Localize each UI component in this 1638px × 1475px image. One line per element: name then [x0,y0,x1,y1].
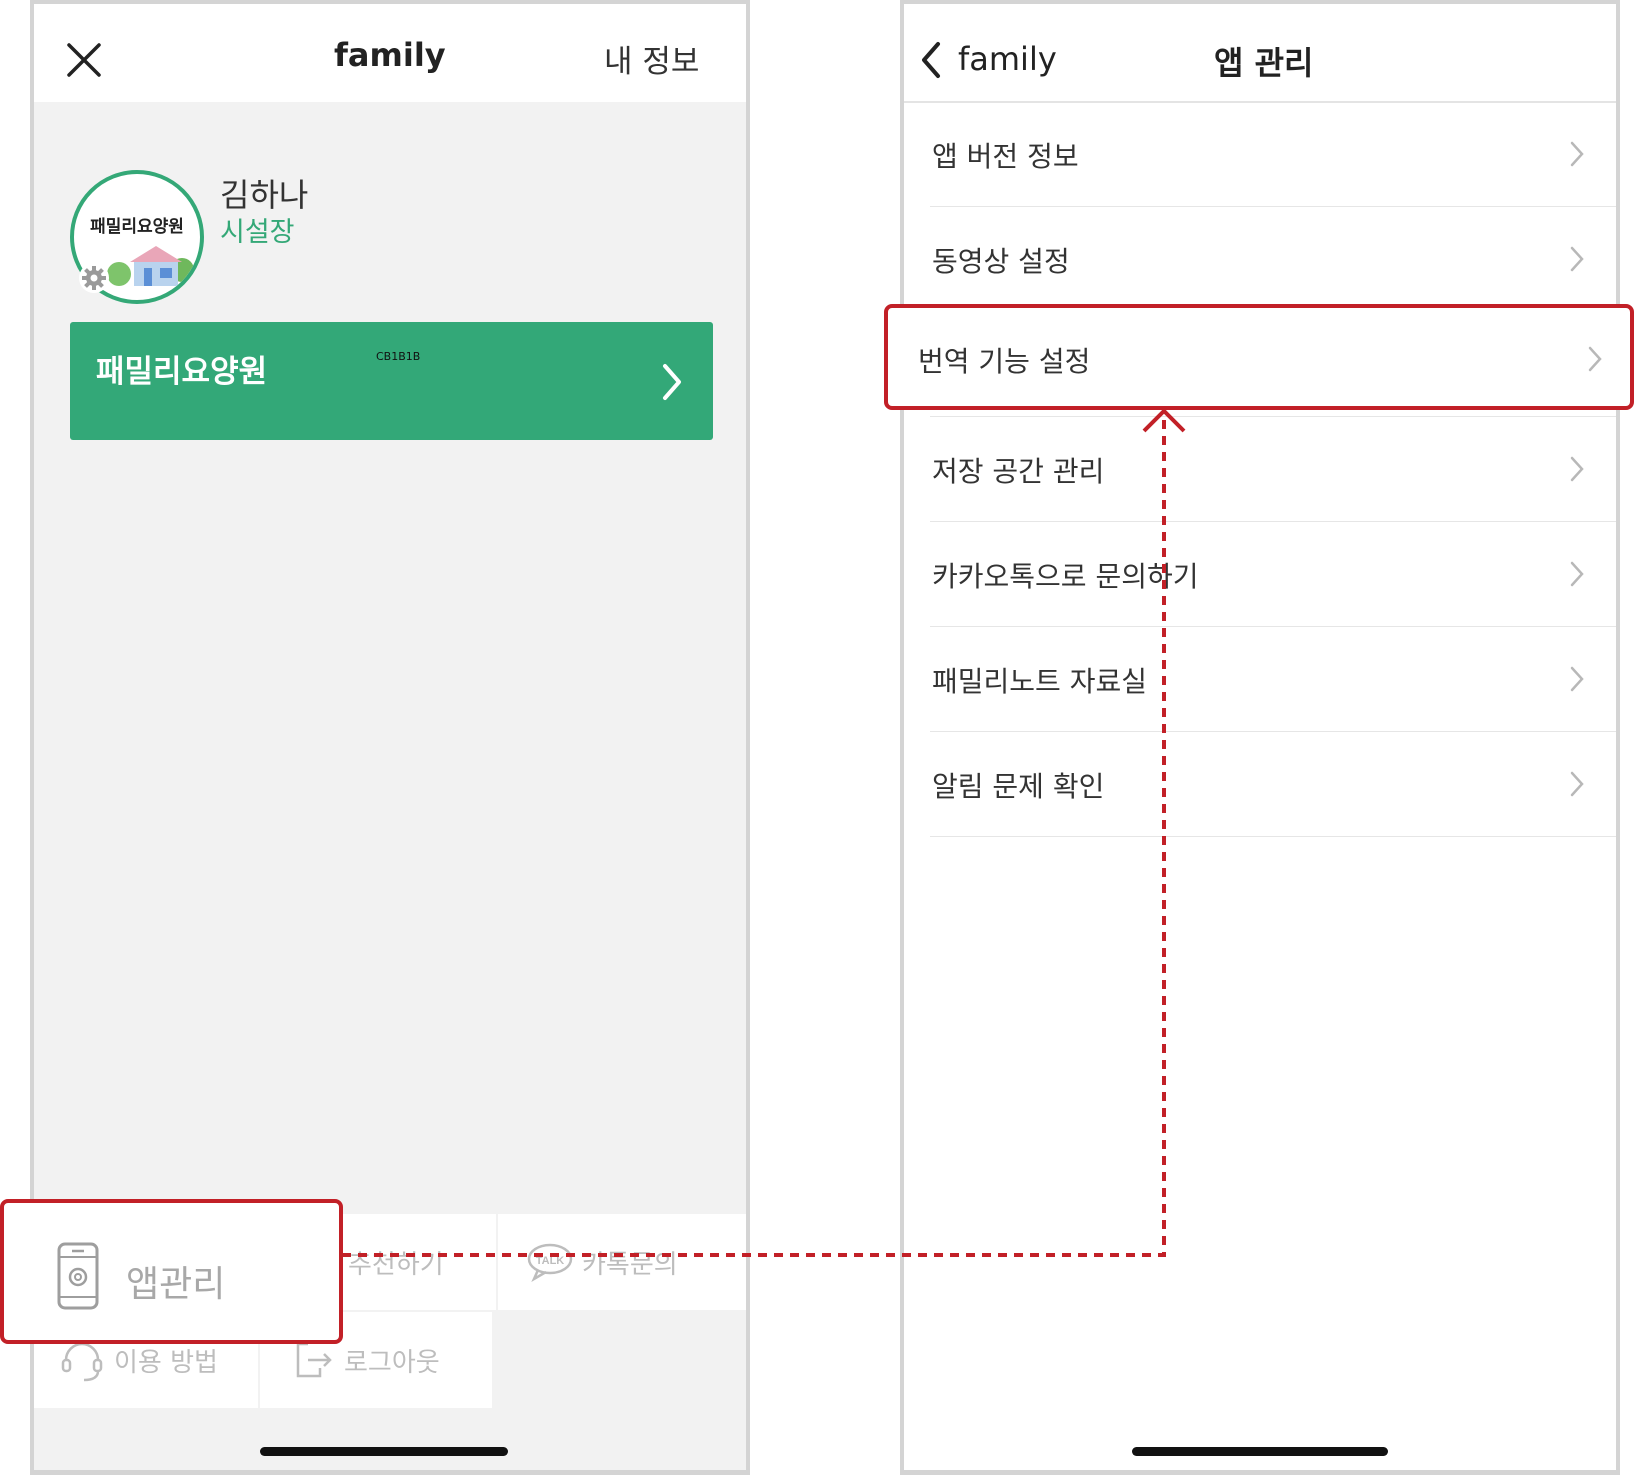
facility-card[interactable]: 패밀리요양원 CB1B1B [70,322,713,440]
back-button-label[interactable]: family [958,40,1057,78]
highlight-translation-label: 번역 기능 설정 [918,345,1091,378]
talk-badge: TALK [536,1255,565,1267]
how-to-use-label: 이용 방법 [114,1348,218,1378]
page-title: 앱 관리 [1214,44,1314,82]
talk-inquiry-label: 카톡문의 [582,1250,678,1280]
menu-item-label: 알림 문제 확인 [932,770,1105,803]
menu-item-label: 카카오톡으로 문의하기 [932,560,1199,593]
recommend-label: 추천하기 [348,1250,444,1280]
chevron-right-icon [1570,666,1584,692]
logout-label: 로그아웃 [344,1348,440,1378]
chevron-right-icon [1570,456,1584,482]
menu-item-app-version[interactable]: 앱 버전 정보 [930,103,1616,207]
menu-item-storage[interactable]: 저장 공간 관리 [930,418,1616,522]
menu-item-label: 저장 공간 관리 [932,455,1105,488]
chevron-right-icon [1570,561,1584,587]
menu-item-notification-check[interactable]: 알림 문제 확인 [930,733,1616,837]
facility-name: 패밀리요양원 [96,354,268,390]
phone-settings-icon [57,1242,99,1310]
menu-item-label: 패밀리노트 자료실 [932,665,1147,698]
house-illustration-icon [107,246,194,286]
home-indicator [260,1447,508,1456]
highlight-translation-settings[interactable]: 번역 기능 설정 [884,304,1634,410]
profile-role: 시설장 [220,217,295,248]
home-indicator [1132,1447,1388,1456]
chevron-right-icon [1570,246,1584,272]
chevron-right-icon [663,364,681,400]
header-title: family [334,36,446,74]
avatar-text: 패밀리요양원 [90,217,184,237]
my-info-link[interactable]: 내 정보 [604,36,699,81]
back-chevron-icon[interactable] [920,40,942,80]
menu-item-video-settings[interactable]: 동영상 설정 [930,208,1616,312]
menu-item-label: 앱 버전 정보 [932,140,1079,173]
menu-item-label: 동영상 설정 [932,245,1070,278]
right-phone-screen: family 앱 관리 앱 버전 정보 동영상 설정 번역 기능 설정 저장 공… [900,0,1620,1475]
menu-item-kakao-inquiry[interactable]: 카카오톡으로 문의하기 [930,523,1616,627]
close-icon[interactable] [66,42,102,78]
facility-code: CB1B1B [376,350,421,363]
menu-item-library[interactable]: 패밀리노트 자료실 [930,628,1616,732]
logout-icon [296,1342,332,1378]
talk-inquiry-cell[interactable]: TALK 카톡문의 [498,1214,746,1310]
highlight-app-manage[interactable]: 앱관리 [0,1199,343,1344]
left-header: family 내 정보 [34,4,746,102]
app-manage-label: 앱관리 [126,1264,226,1305]
gear-icon[interactable] [78,262,110,294]
chevron-right-icon [1570,141,1584,167]
chevron-right-icon [1570,771,1584,797]
chevron-right-icon [1588,346,1602,372]
kakaotalk-icon: TALK [527,1243,573,1282]
